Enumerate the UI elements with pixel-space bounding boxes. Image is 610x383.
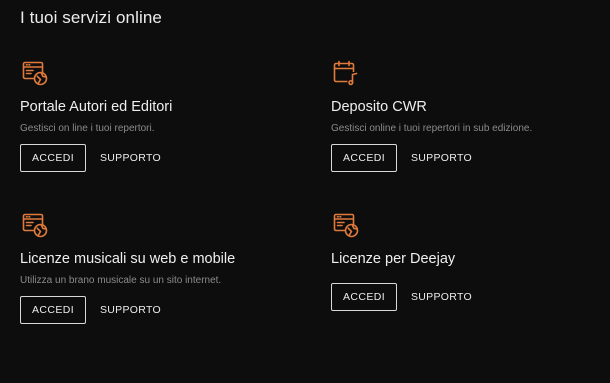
- supporto-link[interactable]: SUPPORTO: [411, 283, 472, 311]
- service-card-portale: Portale Autori ed Editori Gestisci on li…: [20, 58, 300, 178]
- service-description: Gestisci online i tuoi repertori in sub …: [331, 123, 533, 134]
- service-title: Deposito CWR: [331, 99, 427, 115]
- service-card-cwr: Deposito CWR Gestisci online i tuoi repe…: [331, 58, 610, 178]
- service-title: Licenze musicali su web e mobile: [20, 251, 236, 267]
- service-description: Utilizza un brano musicale su un sito in…: [20, 275, 222, 286]
- service-card-licenze-web: Licenze musicali su web e mobile Utilizz…: [20, 210, 300, 330]
- section-title: I tuoi servizi online: [20, 8, 162, 27]
- accedi-button[interactable]: ACCEDI: [331, 283, 397, 311]
- service-title: Licenze per Deejay: [331, 251, 456, 267]
- accedi-button[interactable]: ACCEDI: [20, 144, 86, 172]
- supporto-link[interactable]: SUPPORTO: [100, 144, 161, 172]
- browser-globe-icon: [333, 212, 359, 238]
- browser-globe-icon: [22, 60, 48, 86]
- service-description: Gestisci on line i tuoi repertori.: [20, 123, 155, 134]
- service-title: Portale Autori ed Editori: [20, 99, 173, 115]
- browser-globe-icon: [22, 212, 48, 238]
- accedi-button[interactable]: ACCEDI: [331, 144, 397, 172]
- supporto-link[interactable]: SUPPORTO: [411, 144, 472, 172]
- calendar-music-icon: [333, 60, 359, 86]
- services-page: I tuoi servizi online Portale Autori ed …: [0, 0, 610, 383]
- service-card-deejay: Licenze per Deejay ACCEDI SUPPORTO: [331, 210, 610, 320]
- supporto-link[interactable]: SUPPORTO: [100, 296, 161, 324]
- accedi-button[interactable]: ACCEDI: [20, 296, 86, 324]
